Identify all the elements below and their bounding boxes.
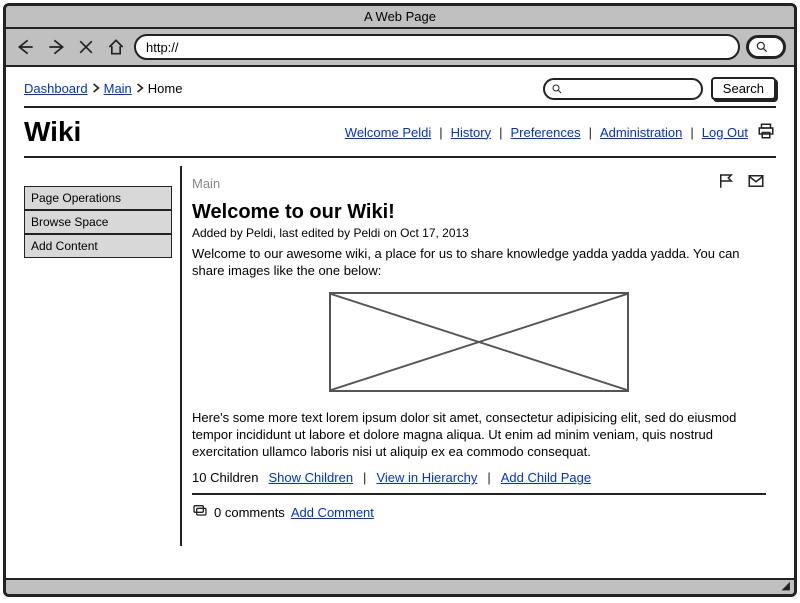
print-icon[interactable] [756,122,776,143]
site-header: Wiki Welcome Peldi | History | Preferenc… [24,108,776,158]
home-icon[interactable] [104,36,128,58]
link-show-children[interactable]: Show Children [269,470,354,485]
comments-count: 0 comments [214,505,285,520]
link-view-hierarchy[interactable]: View in Hierarchy [376,470,477,485]
window-title: A Web Page [6,6,794,29]
body-row: Page Operations Browse Space Add Content… [24,166,776,546]
sidebar-browse-space[interactable]: Browse Space [24,210,172,234]
page-actions: 10 Children Show Children | View in Hier… [192,470,766,495]
comment-icon [192,503,208,522]
top-bar: Dashboard Main Home Search [24,77,776,108]
stop-icon[interactable] [74,36,98,58]
browser-window: A Web Page http:// Dashboard Main Home S… [3,3,797,597]
search-input[interactable] [543,78,703,100]
flag-icon[interactable] [716,172,736,195]
breadcrumb-current: Home [148,81,183,96]
header-links: Welcome Peldi | History | Preferences | … [345,122,776,143]
resize-grip-icon[interactable]: ◢ [782,579,790,592]
comments-row: 0 comments Add Comment [192,503,766,522]
url-input[interactable]: http:// [134,34,740,60]
breadcrumb-dashboard[interactable]: Dashboard [24,81,88,96]
mail-icon[interactable] [746,172,766,195]
search-button[interactable]: Search [711,77,776,100]
status-bar: ◢ [6,578,794,594]
image-placeholder [329,292,629,392]
link-welcome-user[interactable]: Welcome Peldi [345,125,431,140]
link-administration[interactable]: Administration [600,125,682,140]
back-arrow-icon[interactable] [14,36,38,58]
breadcrumb-main[interactable]: Main [104,81,132,96]
browser-search-icon[interactable] [746,35,786,59]
link-add-child-page[interactable]: Add Child Page [501,470,591,485]
body-paragraph: Here's some more text lorem ipsum dolor … [192,410,766,461]
site-title: Wiki [24,116,81,148]
url-text: http:// [146,40,179,55]
page-content: Dashboard Main Home Search Wiki Welcome … [6,67,794,578]
page-meta: Added by Peldi, last edited by Peldi on … [192,226,766,240]
panel-action-icons [716,172,766,195]
page-title: Welcome to our Wiki! [192,201,766,224]
chevron-right-icon [136,81,144,96]
main-panel: Main Welcome to our Wiki! Added by Peldi… [180,166,776,546]
sidebar-page-operations[interactable]: Page Operations [24,186,172,210]
breadcrumb: Dashboard Main Home [24,81,182,96]
link-logout[interactable]: Log Out [702,125,748,140]
link-preferences[interactable]: Preferences [510,125,580,140]
chevron-right-icon [92,81,100,96]
sidebar: Page Operations Browse Space Add Content [24,166,172,546]
top-search: Search [543,77,776,100]
browser-toolbar: http:// [6,29,794,67]
forward-arrow-icon[interactable] [44,36,68,58]
intro-paragraph: Welcome to our awesome wiki, a place for… [192,246,766,280]
panel-breadcrumb: Main [192,176,220,191]
sidebar-add-content[interactable]: Add Content [24,234,172,258]
children-count: 10 Children [192,470,259,485]
panel-top: Main [192,172,766,195]
link-history[interactable]: History [451,125,491,140]
link-add-comment[interactable]: Add Comment [291,505,374,520]
